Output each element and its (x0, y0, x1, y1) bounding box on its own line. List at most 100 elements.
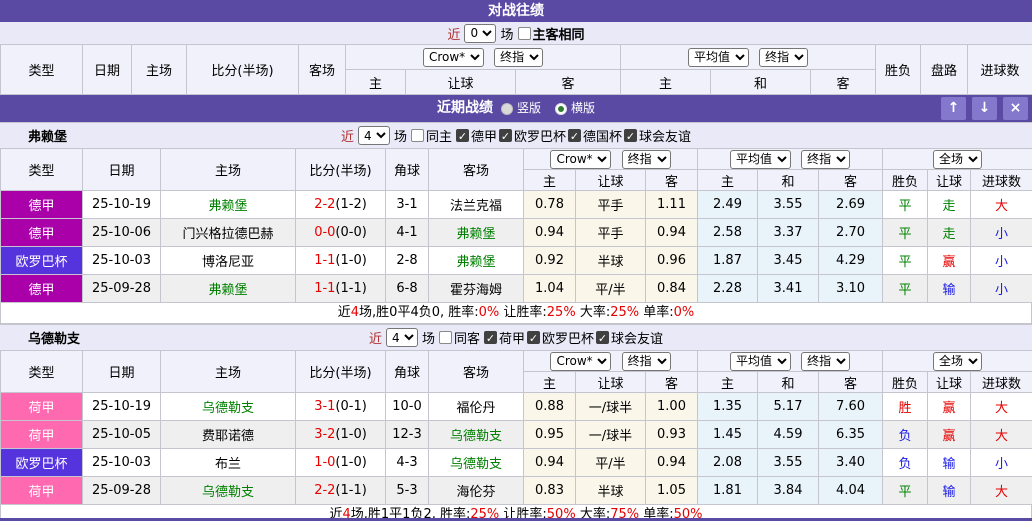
sub-col-avg-away: 客 (810, 69, 877, 95)
score-cell: 1-0(1-0) (295, 448, 386, 477)
col-date: 日期 (82, 350, 161, 393)
checkbox-checked-icon[interactable]: ✓ (568, 129, 582, 143)
final-odds-select[interactable]: 终指 (801, 351, 851, 371)
matches-label: 场 (500, 27, 514, 43)
handicap-away-odds: 1.11 (644, 190, 699, 219)
same-away-label: 同客 (453, 332, 480, 347)
final-odds-select[interactable]: 终指 (621, 149, 671, 169)
summary-segment: 大率: (575, 507, 611, 521)
final-odds-select[interactable]: 终指 (621, 351, 671, 371)
average-select[interactable]: 平均值 (729, 149, 791, 169)
handicap-home-odds: 0.88 (523, 392, 576, 421)
handicap-result-cell: 输 (927, 274, 972, 303)
col-result: 胜负 (875, 44, 922, 95)
checkbox-unchecked-icon[interactable] (438, 331, 452, 344)
average-group-header: 平均值 终指 (697, 350, 884, 372)
corner-score: 4-3 (385, 448, 429, 477)
checkbox-checked-icon[interactable]: ✓ (624, 129, 638, 143)
match-count-select[interactable]: 4 (385, 328, 418, 347)
col-type: 类型 (0, 148, 83, 191)
bookmaker-select[interactable]: Crow* (550, 351, 612, 371)
home-team: 弗赖堡 (160, 274, 296, 303)
checkbox-checked-icon[interactable]: ✓ (527, 331, 541, 345)
match-row: 德甲 25-10-19 弗赖堡 2-2(1-2) 3-1 法兰克福 0.78 平手 1.11 2.… (0, 190, 1032, 219)
sub-col-avg-draw: 和 (757, 169, 820, 191)
same-venue-checkbox[interactable]: 主客相同 (517, 24, 585, 43)
radio-icon[interactable] (500, 102, 513, 115)
sub-col-handicap: 让球 (575, 371, 646, 393)
home-team: 乌德勒支 (160, 392, 296, 421)
col-score: 比分(半场) (186, 44, 299, 95)
match-date: 25-10-19 (82, 392, 161, 421)
horizontal-layout-label: 横版 (571, 101, 596, 115)
summary-segment: 4 (342, 507, 351, 521)
same-away-checkbox[interactable]: 同客 (438, 328, 480, 347)
checkbox-checked-icon[interactable]: ✓ (499, 129, 512, 143)
sub-col-avg-home: 主 (620, 69, 712, 95)
avg-away-odds: 3.40 (818, 448, 884, 477)
final-odds-select[interactable]: 终指 (494, 47, 544, 67)
avg-home-odds: 2.58 (697, 218, 759, 247)
checkbox-checked-icon[interactable]: ✓ (596, 331, 610, 345)
sub-col-avg-away: 客 (818, 371, 884, 393)
checkbox-unchecked-icon[interactable] (410, 129, 424, 142)
horizontal-layout-radio[interactable]: 横版 (555, 95, 595, 122)
sub-col-handicap: 让球 (405, 69, 516, 95)
half-score: (1-1) (335, 281, 367, 296)
result-cell: 胜 (882, 392, 929, 421)
close-button[interactable]: × (1003, 97, 1028, 120)
same-home-checkbox[interactable]: 同主 (410, 126, 452, 145)
checkbox-unchecked-icon[interactable] (517, 26, 531, 40)
checkbox-checked-icon[interactable]: ✓ (455, 129, 469, 143)
handicap-home-odds: 0.78 (523, 190, 576, 219)
sub-col-avg-draw: 和 (757, 371, 820, 393)
league-filter-checkbox[interactable]: ✓ 欧罗巴杯 (499, 126, 566, 145)
league-filter-checkbox[interactable]: ✓ 欧罗巴杯 (527, 328, 594, 347)
col-type: 类型 (0, 350, 83, 393)
league-badge: 荷甲 (0, 476, 83, 505)
up-arrow-icon: ↑ (947, 100, 960, 116)
match-date: 25-09-28 (82, 476, 161, 505)
league-filter-checkbox[interactable]: ✓ 荷甲 (484, 328, 525, 347)
col-date: 日期 (82, 148, 161, 191)
col-score: 比分(半场) (295, 148, 386, 191)
half-score: (0-1) (335, 399, 367, 414)
sub-col-handicap-result: 让球 (927, 169, 972, 191)
radio-selected-icon[interactable] (555, 102, 567, 115)
final-odds-select[interactable]: 终指 (759, 47, 809, 67)
move-up-button[interactable]: ↑ (941, 97, 966, 120)
final-odds-select[interactable]: 终指 (801, 149, 851, 169)
league-filter-checkbox[interactable]: ✓ 德国杯 (568, 126, 622, 145)
fullmatch-select[interactable]: 全场 (933, 351, 983, 371)
checkbox-checked-icon[interactable]: ✓ (484, 331, 497, 345)
goals-result-cell: 大 (970, 476, 1032, 505)
bookmaker-select[interactable]: Crow* (550, 149, 612, 169)
league-badge: 欧罗巴杯 (0, 246, 83, 275)
average-select[interactable]: 平均值 (729, 351, 791, 371)
vertical-layout-radio[interactable]: 竖版 (500, 95, 541, 122)
league-badge: 德甲 (0, 190, 83, 219)
move-down-button[interactable]: ↓ (972, 97, 997, 120)
bookmaker-select[interactable]: Crow* (422, 47, 484, 67)
goals-result-cell: 大 (970, 392, 1032, 421)
league-filter-group: ✓ 荷甲 ✓ 欧罗巴杯 ✓ 球会友谊 (484, 328, 663, 347)
handicap-away-odds: 0.94 (644, 218, 699, 247)
avg-home-odds: 2.08 (697, 448, 759, 477)
col-home: 主场 (160, 148, 296, 191)
half-score: (1-0) (335, 253, 367, 268)
summary-segment: 50% (673, 507, 703, 521)
h2h-title-bar: 对战往绩 (0, 0, 1032, 22)
average-select[interactable]: 平均值 (687, 47, 749, 67)
league-filter-checkbox[interactable]: ✓ 球会友谊 (624, 126, 691, 145)
league-filter-checkbox[interactable]: ✓ 球会友谊 (596, 328, 663, 347)
h2h-match-count-select[interactable]: 0 (464, 23, 497, 43)
match-row: 欧罗巴杯 25-10-03 博洛尼亚 1-1(1-0) 2-8 弗赖堡 0.92 半球 0.96… (0, 246, 1032, 275)
match-count-select[interactable]: 4 (357, 126, 390, 145)
same-home-label: 同主 (425, 130, 452, 145)
match-date: 25-10-05 (82, 420, 161, 449)
handicap-line: 平手 (575, 190, 646, 219)
match-row: 德甲 25-10-06 门兴格拉德巴赫 0-0(0-0) 4-1 弗赖堡 0.94 平手 0.9… (0, 218, 1032, 247)
fullmatch-select[interactable]: 全场 (933, 149, 983, 169)
league-filter-checkbox[interactable]: ✓ 德甲 (455, 126, 497, 145)
avg-away-odds: 7.60 (818, 392, 884, 421)
